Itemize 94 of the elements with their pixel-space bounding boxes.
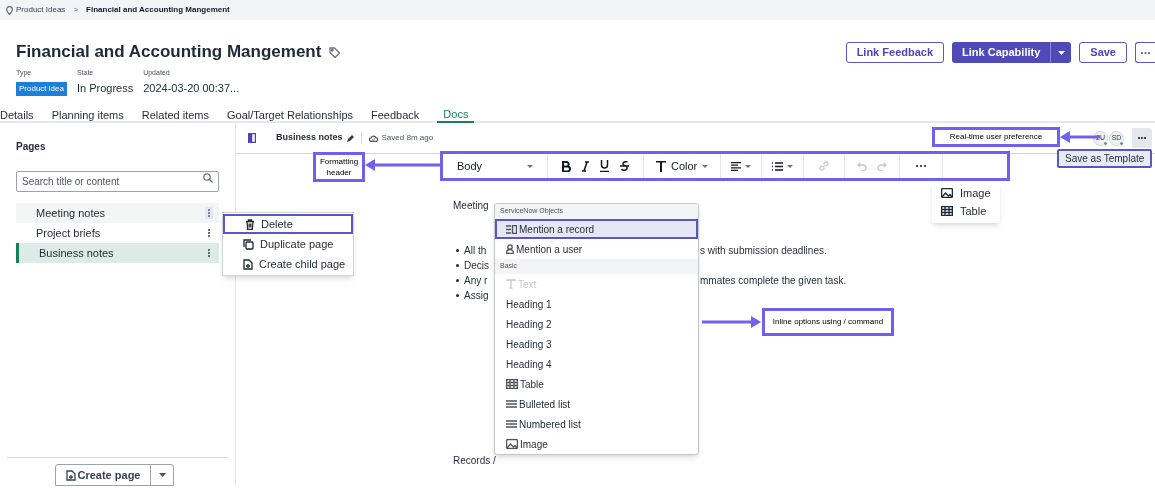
breadcrumb-current: Financial and Accounting Mangement xyxy=(86,4,230,16)
text-icon xyxy=(506,279,516,289)
image-icon xyxy=(941,188,953,198)
list-item-text: Decis xyxy=(464,259,489,273)
link-button[interactable]: Save xyxy=(1079,42,1127,63)
page-title: Meeting notes xyxy=(36,205,106,221)
breadcrumb-separator: > xyxy=(73,4,79,16)
list-item-text: s with submission deadlines. xyxy=(700,244,827,258)
menu-item[interactable]: Mention a user xyxy=(495,239,698,259)
annotation-callout: Formatting header xyxy=(313,152,365,182)
caret-icon xyxy=(702,164,709,168)
field-value: 2024-03-20 00:37... xyxy=(143,80,240,95)
kebab-menu-button[interactable] xyxy=(205,207,213,219)
caret-icon xyxy=(787,164,794,168)
file-plus-icon xyxy=(65,469,76,481)
paragraph: Meeting xyxy=(453,199,489,213)
menu-item[interactable]: Duplicate page xyxy=(223,234,353,254)
bold-icon[interactable] xyxy=(562,160,571,172)
menu-item[interactable]: Heading 2 xyxy=(495,314,698,334)
file-plus-icon xyxy=(243,258,253,270)
caret-icon xyxy=(527,164,533,168)
menu-item[interactable]: Create child page xyxy=(223,254,353,274)
more-icon xyxy=(1141,51,1150,54)
list-icon xyxy=(506,420,517,428)
tab[interactable]: Planning items xyxy=(51,106,124,123)
copy-icon xyxy=(243,238,254,250)
image-icon xyxy=(506,439,518,449)
record-title: Financial and Accounting Mangement xyxy=(16,42,322,62)
menu-item[interactable]: Table xyxy=(495,374,698,394)
menu-item[interactable]: Heading 4 xyxy=(495,354,698,374)
list-item-text: Assig xyxy=(464,289,489,303)
underline-icon[interactable] xyxy=(600,160,609,172)
pencil-icon xyxy=(346,134,354,142)
link-button[interactable]: Link Feedback xyxy=(845,42,945,63)
tab[interactable]: Goal/Target Relationships xyxy=(227,106,353,123)
arrow xyxy=(702,316,761,328)
document-title: Business notes xyxy=(276,131,343,145)
primary-button[interactable]: Link Capability xyxy=(952,42,1051,63)
dropdown-button[interactable] xyxy=(1050,42,1072,63)
strikethrough-icon[interactable] xyxy=(620,160,629,172)
more-button[interactable] xyxy=(1132,128,1152,148)
record-icon xyxy=(506,224,517,234)
align-left-icon xyxy=(731,161,742,171)
list-icon xyxy=(506,400,517,408)
tab[interactable]: Details xyxy=(0,106,34,123)
breadcrumb-link[interactable]: Product Ideas xyxy=(16,4,66,16)
tag-icon xyxy=(329,46,341,58)
trash-icon xyxy=(245,218,255,230)
text-icon xyxy=(656,160,666,172)
menu-item[interactable]: Bulleted list xyxy=(495,394,698,414)
page-list-item[interactable]: Business notes xyxy=(16,243,219,263)
menu-item[interactable]: Image xyxy=(495,434,698,454)
location-pin-icon xyxy=(6,5,13,15)
field-value: In Progress xyxy=(76,80,134,95)
caret-icon xyxy=(159,473,166,477)
menu-item[interactable]: Mention a record xyxy=(495,219,698,239)
paragraph: Records / xyxy=(453,454,496,468)
color-dropdown[interactable]: Color xyxy=(644,154,721,178)
type-badge: Product idea xyxy=(16,81,67,96)
search-icon xyxy=(203,173,213,183)
menu-item[interactable]: Image xyxy=(932,184,1000,202)
kebab-menu-button[interactable] xyxy=(205,227,213,239)
list-item-text: Any r xyxy=(464,274,488,288)
page-title: Project briefs xyxy=(36,225,101,241)
panel-title: Pages xyxy=(15,140,47,154)
sidebar-toggle-icon xyxy=(248,133,256,143)
more-button[interactable] xyxy=(1135,42,1155,63)
save-status: Saved 8m ago xyxy=(381,132,434,144)
list-item-text: All th xyxy=(464,244,487,258)
italic-icon[interactable] xyxy=(582,160,589,172)
list-item-text: mmates complete the given task. xyxy=(700,274,847,288)
page-title: Business notes xyxy=(39,245,114,261)
page-list-item[interactable]: Meeting notes xyxy=(16,203,219,223)
caret-icon xyxy=(1057,50,1065,55)
tab[interactable]: Related items xyxy=(141,106,210,123)
table-icon xyxy=(506,379,518,389)
tab[interactable]: Docs xyxy=(437,106,475,123)
list-icon xyxy=(772,161,784,171)
menu-item[interactable]: Heading 3 xyxy=(495,334,698,354)
menu-item[interactable]: Table xyxy=(932,202,1000,220)
menu-item[interactable]: Heading 1 xyxy=(495,294,698,314)
annotation-callout: Real-time user preference xyxy=(932,127,1060,147)
menu-item[interactable]: Numbered list xyxy=(495,414,698,434)
caret-icon xyxy=(745,164,752,168)
menu-item[interactable]: Delete xyxy=(223,214,353,234)
tab[interactable]: Feedback xyxy=(371,106,420,123)
kebab-menu-button[interactable] xyxy=(205,247,213,259)
tooltip: Save as Template xyxy=(1057,149,1153,168)
table-icon xyxy=(941,206,953,216)
style-dropdown[interactable]: Body xyxy=(443,154,547,178)
annotation-callout: Inline options using / command xyxy=(762,308,894,336)
search-field[interactable]: Search title or content xyxy=(16,171,219,192)
user-icon xyxy=(506,244,514,254)
cloud-icon xyxy=(368,134,378,142)
